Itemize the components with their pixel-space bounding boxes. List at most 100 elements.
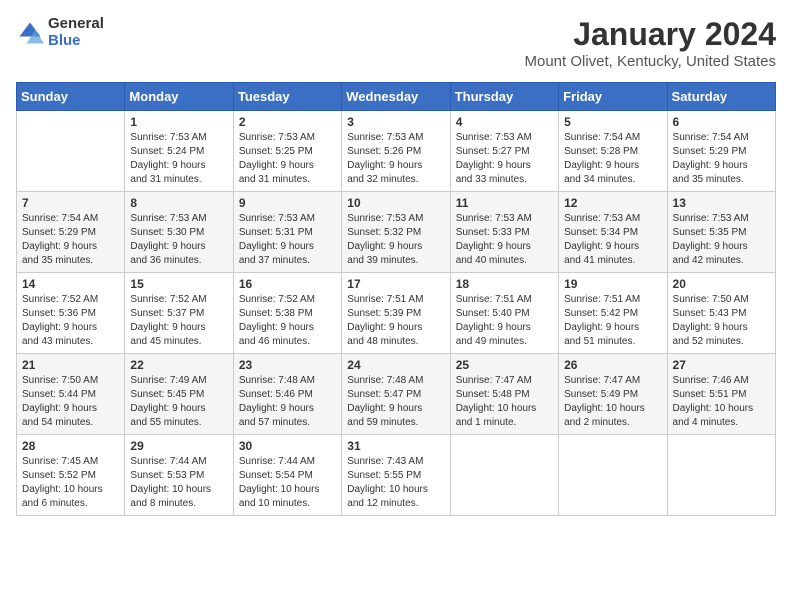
calendar-cell xyxy=(17,111,125,192)
calendar-cell: 23Sunrise: 7:48 AMSunset: 5:46 PMDayligh… xyxy=(233,354,341,435)
day-info: Sunrise: 7:53 AMSunset: 5:31 PMDaylight:… xyxy=(239,212,336,268)
calendar-cell xyxy=(450,435,558,516)
calendar-cell: 1 Sunrise: 7:53 AMSunset: 5:24 PMDaylight… xyxy=(125,111,233,192)
day-info: Sunrise: 7:43 AMSunset: 5:55 PMDaylight:… xyxy=(347,455,444,511)
calendar-table: Sunday Monday Tuesday Wednesday Thursday… xyxy=(16,82,776,516)
day-number: 25 xyxy=(456,358,553,372)
calendar-title: January 2024 xyxy=(524,16,776,53)
calendar-cell: 6 Sunrise: 7:54 AMSunset: 5:29 PMDaylight… xyxy=(667,111,775,192)
day-info: Sunrise: 7:52 AMSunset: 5:36 PMDaylight:… xyxy=(22,293,119,349)
day-info: Sunrise: 7:53 AMSunset: 5:27 PMDaylight:… xyxy=(456,131,553,187)
calendar-cell: 7 Sunrise: 7:54 AMSunset: 5:29 PMDaylight… xyxy=(17,192,125,273)
day-info: Sunrise: 7:53 AMSunset: 5:34 PMDaylight:… xyxy=(564,212,661,268)
calendar-cell: 26Sunrise: 7:47 AMSunset: 5:49 PMDayligh… xyxy=(559,354,667,435)
calendar-cell: 16Sunrise: 7:52 AMSunset: 5:38 PMDayligh… xyxy=(233,273,341,354)
day-info: Sunrise: 7:45 AMSunset: 5:52 PMDaylight:… xyxy=(22,455,119,511)
calendar-cell: 12 Sunrise: 7:53 AMSunset: 5:34 PMDayligh… xyxy=(559,192,667,273)
calendar-cell: 14Sunrise: 7:52 AMSunset: 5:36 PMDayligh… xyxy=(17,273,125,354)
day-info: Sunrise: 7:53 AMSunset: 5:30 PMDaylight:… xyxy=(130,212,227,268)
calendar-cell: 22Sunrise: 7:49 AMSunset: 5:45 PMDayligh… xyxy=(125,354,233,435)
day-number: 18 xyxy=(456,277,553,291)
day-info: Sunrise: 7:49 AMSunset: 5:45 PMDaylight:… xyxy=(130,374,227,430)
day-number: 24 xyxy=(347,358,444,372)
day-number: 6 xyxy=(673,115,770,129)
calendar-cell: 8 Sunrise: 7:53 AMSunset: 5:30 PMDaylight… xyxy=(125,192,233,273)
logo: General Blue xyxy=(16,16,104,49)
day-info: Sunrise: 7:54 AMSunset: 5:29 PMDaylight:… xyxy=(673,131,770,187)
calendar-cell xyxy=(667,435,775,516)
day-number: 2 xyxy=(239,115,336,129)
calendar-cell: 25 Sunrise: 7:47 AMSunset: 5:48 PMDayligh… xyxy=(450,354,558,435)
calendar-week-2: 7 Sunrise: 7:54 AMSunset: 5:29 PMDaylight… xyxy=(17,192,776,273)
calendar-cell: 17 Sunrise: 7:51 AMSunset: 5:39 PMDayligh… xyxy=(342,273,450,354)
day-info: Sunrise: 7:54 AMSunset: 5:28 PMDaylight:… xyxy=(564,131,661,187)
day-info: Sunrise: 7:44 AMSunset: 5:54 PMDaylight:… xyxy=(239,455,336,511)
day-number: 8 xyxy=(130,196,227,210)
calendar-cell: 27 Sunrise: 7:46 AMSunset: 5:51 PMDayligh… xyxy=(667,354,775,435)
day-number: 9 xyxy=(239,196,336,210)
calendar-cell: 11Sunrise: 7:53 AMSunset: 5:33 PMDayligh… xyxy=(450,192,558,273)
day-number: 11 xyxy=(456,196,553,210)
day-number: 1 xyxy=(130,115,227,129)
calendar-cell: 19 Sunrise: 7:51 AMSunset: 5:42 PMDayligh… xyxy=(559,273,667,354)
day-number: 19 xyxy=(564,277,661,291)
page-header: General Blue January 2024 Mount Olivet, … xyxy=(16,16,776,70)
calendar-cell: 28 Sunrise: 7:45 AMSunset: 5:52 PMDayligh… xyxy=(17,435,125,516)
logo-general: General xyxy=(48,16,104,33)
header-sunday: Sunday xyxy=(17,83,125,111)
title-area: January 2024 Mount Olivet, Kentucky, Uni… xyxy=(524,16,776,70)
day-info: Sunrise: 7:53 AMSunset: 5:25 PMDaylight:… xyxy=(239,131,336,187)
calendar-cell: 20 Sunrise: 7:50 AMSunset: 5:43 PMDayligh… xyxy=(667,273,775,354)
day-number: 15 xyxy=(130,277,227,291)
day-number: 17 xyxy=(347,277,444,291)
day-info: Sunrise: 7:50 AMSunset: 5:43 PMDaylight:… xyxy=(673,293,770,349)
calendar-cell: 21Sunrise: 7:50 AMSunset: 5:44 PMDayligh… xyxy=(17,354,125,435)
calendar-cell: 24 Sunrise: 7:48 AMSunset: 5:47 PMDayligh… xyxy=(342,354,450,435)
day-info: Sunrise: 7:47 AMSunset: 5:48 PMDaylight:… xyxy=(456,374,553,430)
day-info: Sunrise: 7:53 AMSunset: 5:26 PMDaylight:… xyxy=(347,131,444,187)
logo-text: General Blue xyxy=(48,16,104,49)
day-number: 27 xyxy=(673,358,770,372)
calendar-week-4: 21Sunrise: 7:50 AMSunset: 5:44 PMDayligh… xyxy=(17,354,776,435)
calendar-cell xyxy=(559,435,667,516)
day-number: 10 xyxy=(347,196,444,210)
calendar-week-3: 14Sunrise: 7:52 AMSunset: 5:36 PMDayligh… xyxy=(17,273,776,354)
header-tuesday: Tuesday xyxy=(233,83,341,111)
calendar-cell: 29Sunrise: 7:44 AMSunset: 5:53 PMDayligh… xyxy=(125,435,233,516)
calendar-week-5: 28 Sunrise: 7:45 AMSunset: 5:52 PMDayligh… xyxy=(17,435,776,516)
day-number: 7 xyxy=(22,196,119,210)
header-saturday: Saturday xyxy=(667,83,775,111)
calendar-cell: 10Sunrise: 7:53 AMSunset: 5:32 PMDayligh… xyxy=(342,192,450,273)
day-info: Sunrise: 7:53 AMSunset: 5:35 PMDaylight:… xyxy=(673,212,770,268)
header-thursday: Thursday xyxy=(450,83,558,111)
calendar-cell: 15 Sunrise: 7:52 AMSunset: 5:37 PMDayligh… xyxy=(125,273,233,354)
day-info: Sunrise: 7:51 AMSunset: 5:39 PMDaylight:… xyxy=(347,293,444,349)
calendar-cell: 30 Sunrise: 7:44 AMSunset: 5:54 PMDayligh… xyxy=(233,435,341,516)
logo-icon xyxy=(16,19,44,47)
day-info: Sunrise: 7:48 AMSunset: 5:47 PMDaylight:… xyxy=(347,374,444,430)
day-info: Sunrise: 7:51 AMSunset: 5:42 PMDaylight:… xyxy=(564,293,661,349)
calendar-cell: 2 Sunrise: 7:53 AMSunset: 5:25 PMDaylight… xyxy=(233,111,341,192)
day-number: 4 xyxy=(456,115,553,129)
calendar-week-1: 1 Sunrise: 7:53 AMSunset: 5:24 PMDaylight… xyxy=(17,111,776,192)
calendar-cell: 3 Sunrise: 7:53 AMSunset: 5:26 PMDaylight… xyxy=(342,111,450,192)
day-number: 28 xyxy=(22,439,119,453)
calendar-header: Sunday Monday Tuesday Wednesday Thursday… xyxy=(17,83,776,111)
calendar-cell: 31 Sunrise: 7:43 AMSunset: 5:55 PMDayligh… xyxy=(342,435,450,516)
day-number: 31 xyxy=(347,439,444,453)
header-row: Sunday Monday Tuesday Wednesday Thursday… xyxy=(17,83,776,111)
day-number: 12 xyxy=(564,196,661,210)
day-number: 3 xyxy=(347,115,444,129)
day-info: Sunrise: 7:46 AMSunset: 5:51 PMDaylight:… xyxy=(673,374,770,430)
day-info: Sunrise: 7:52 AMSunset: 5:37 PMDaylight:… xyxy=(130,293,227,349)
day-number: 30 xyxy=(239,439,336,453)
day-number: 21 xyxy=(22,358,119,372)
day-number: 26 xyxy=(564,358,661,372)
day-info: Sunrise: 7:53 AMSunset: 5:24 PMDaylight:… xyxy=(130,131,227,187)
day-number: 20 xyxy=(673,277,770,291)
logo-blue: Blue xyxy=(48,33,104,50)
day-info: Sunrise: 7:52 AMSunset: 5:38 PMDaylight:… xyxy=(239,293,336,349)
day-info: Sunrise: 7:54 AMSunset: 5:29 PMDaylight:… xyxy=(22,212,119,268)
header-friday: Friday xyxy=(559,83,667,111)
header-monday: Monday xyxy=(125,83,233,111)
